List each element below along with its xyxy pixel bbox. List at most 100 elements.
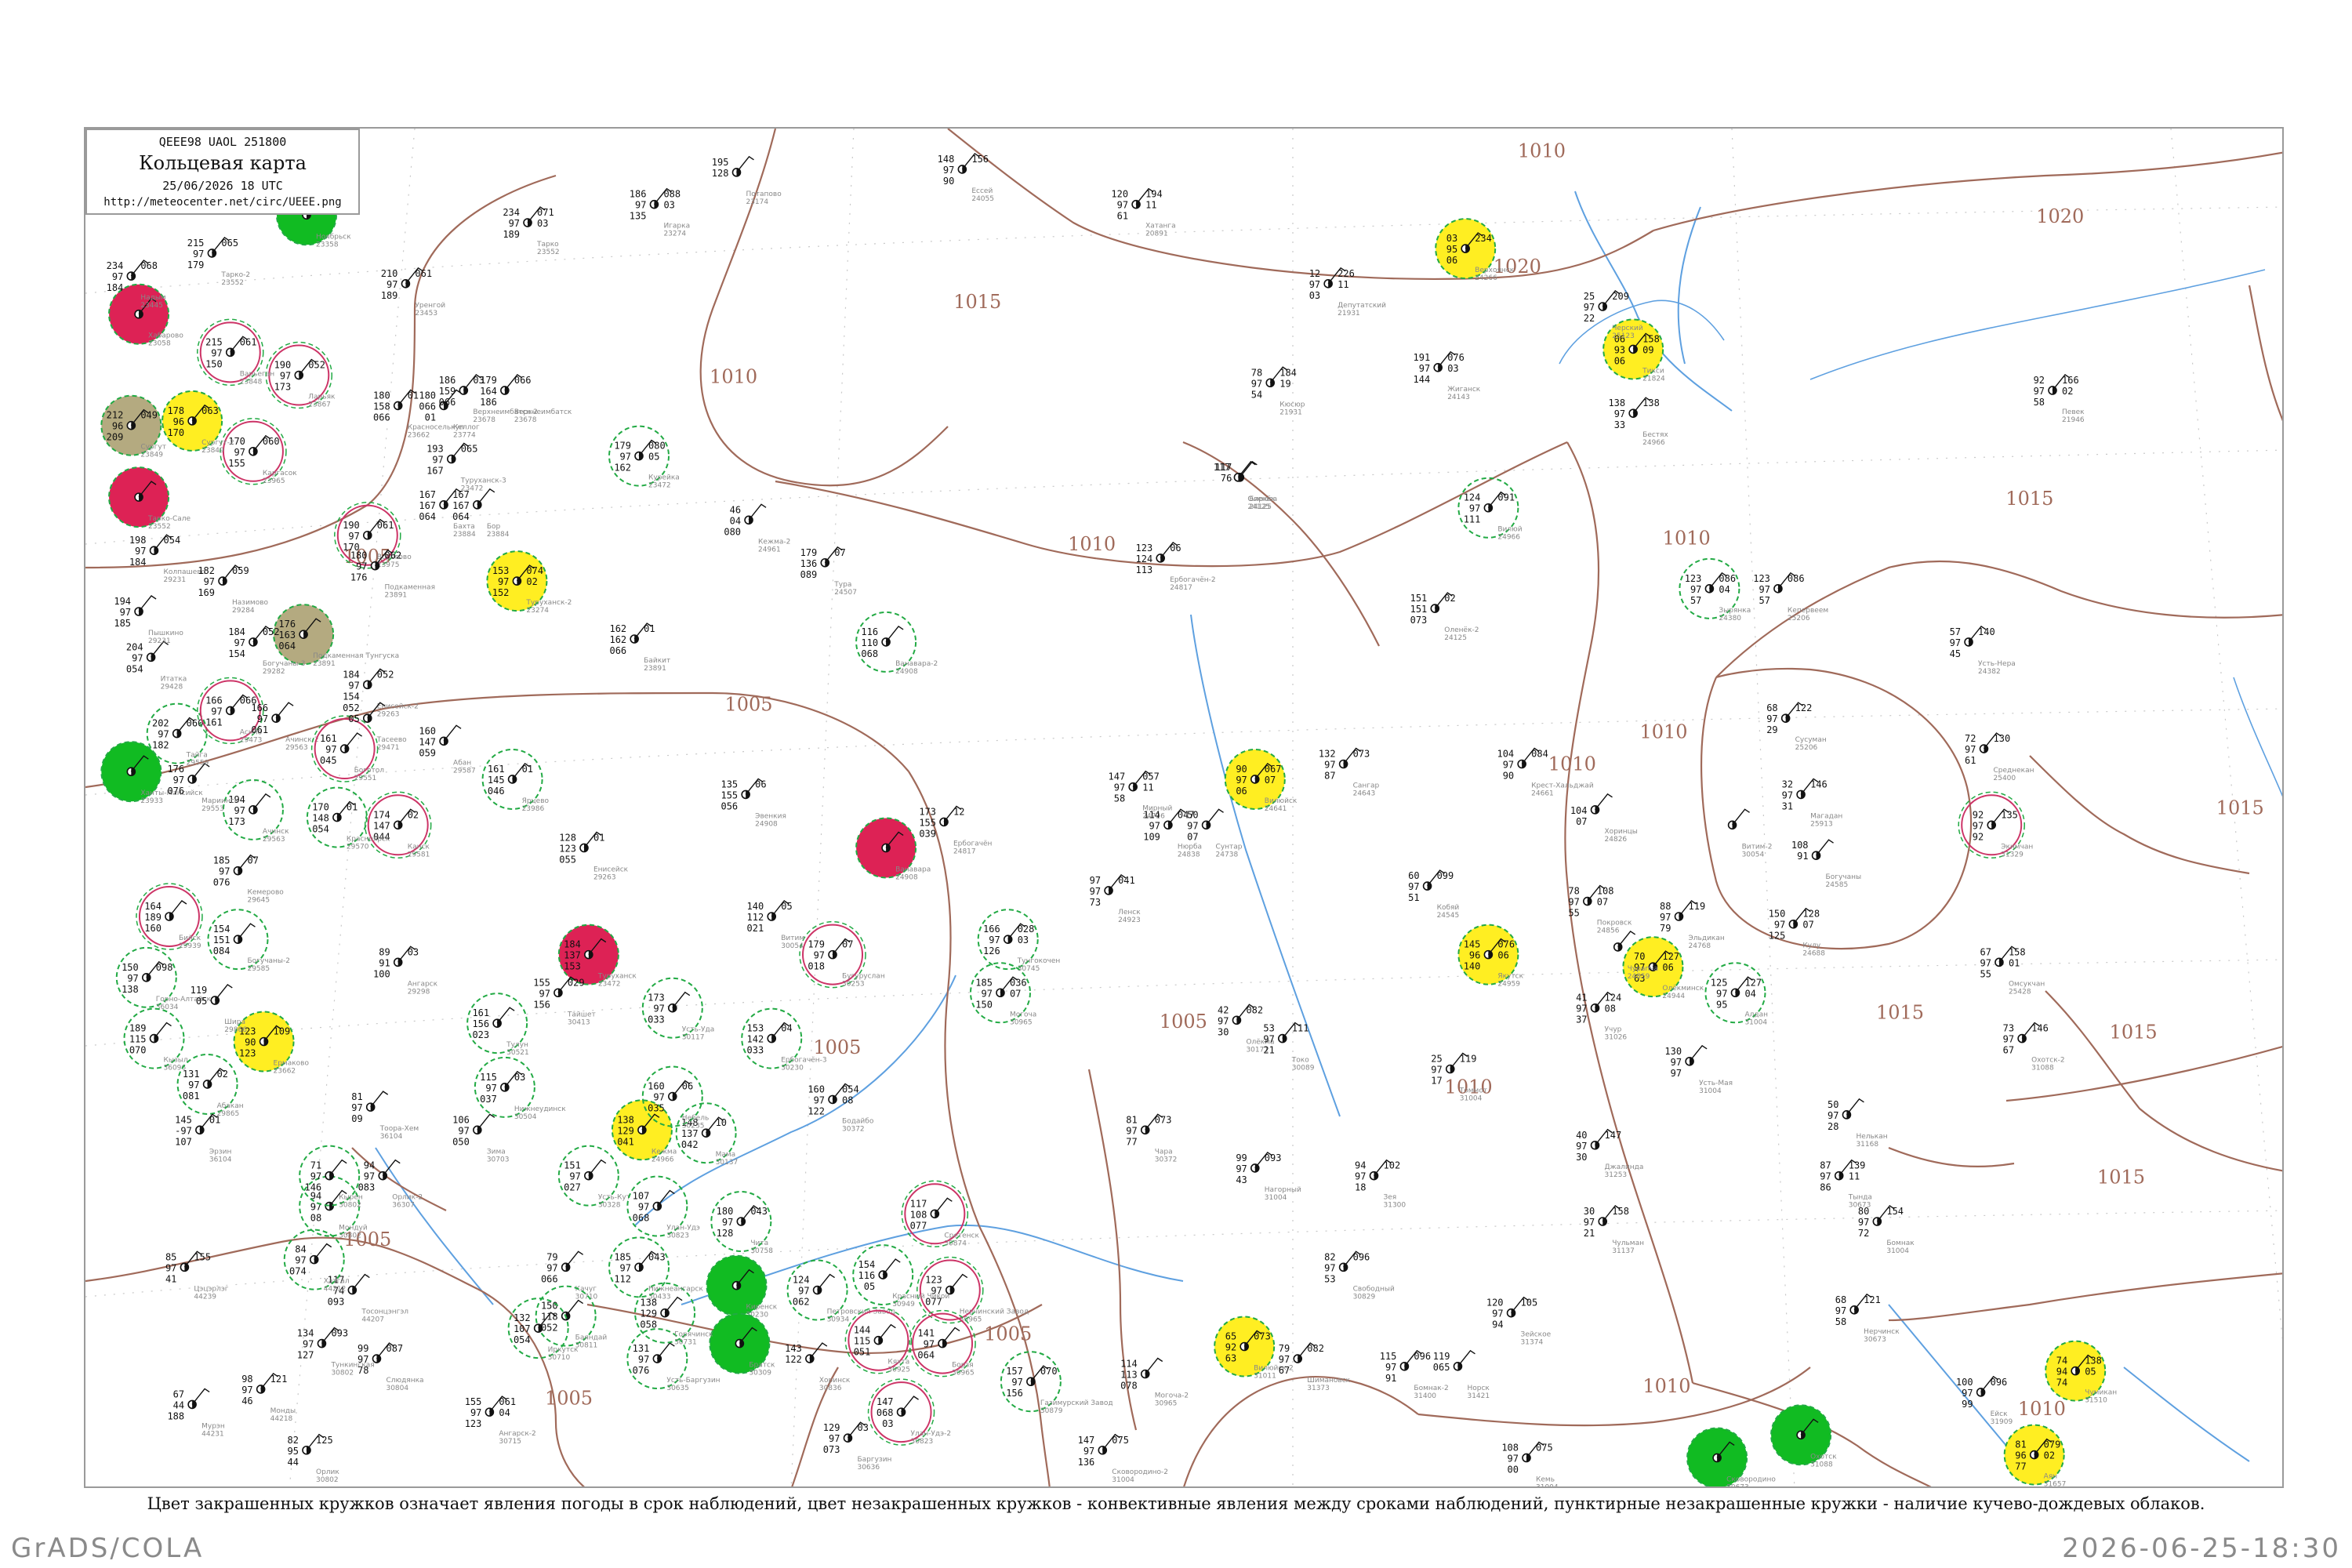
weather-station[interactable]: 10797068 Улан-Удэ30823: [626, 1175, 700, 1240]
weather-station[interactable]: 4604080 Кежма-224961: [724, 503, 790, 554]
weather-station[interactable]: 579745 140 Усть-Нера24382: [1950, 625, 2016, 676]
weather-station[interactable]: 11597037 03 Нижнеудинск30504: [474, 1056, 566, 1121]
weather-station[interactable]: 87978613911Тында30673: [1820, 1159, 1872, 1210]
weather-station[interactable]: 14197064 Борзя30965: [909, 1309, 976, 1377]
weather-station[interactable]: 138129041 Кежма24966: [611, 1099, 677, 1163]
weather-station[interactable]: 829753 096 Свободный30829: [1324, 1250, 1395, 1301]
weather-station[interactable]: 1309797Усть-Мая31004: [1664, 1044, 1733, 1095]
weather-station[interactable]: 18697135 08803 Игарка23274: [630, 187, 690, 238]
weather-station[interactable]: 119065 Норск31421: [1433, 1349, 1490, 1400]
weather-station[interactable]: 123124113 06 Ербогачён-224817: [1136, 541, 1216, 592]
weather-station[interactable]: 7197146 Кырен30802: [299, 1145, 363, 1210]
weather-station[interactable]: 18097176 062 Подкаменная23891: [350, 549, 435, 600]
weather-station[interactable]: 739767 146 Охотск-231088: [2003, 1022, 2065, 1073]
weather-station[interactable]: 1239757 08604 Зырянка24380: [1679, 557, 1751, 622]
weather-station[interactable]: 259722 209 Черский25123: [1584, 290, 1643, 340]
weather-station[interactable]: 16697126 02803 Тунгокочен30745: [977, 909, 1061, 973]
weather-station[interactable]: Охотск31088: [1770, 1404, 1837, 1468]
weather-station[interactable]: 195128 Потапово23174: [712, 155, 782, 206]
weather-station[interactable]: 19197144 07603 Жиганск24143: [1414, 350, 1481, 401]
weather-station[interactable]: 19097173 052 Ларьяк23867: [265, 341, 336, 409]
weather-station[interactable]: 17414704402Канск29581: [364, 791, 432, 858]
weather-station[interactable]: Тарко-Сале23552: [108, 466, 191, 531]
weather-station[interactable]: 161156023 Тулун30521: [466, 993, 529, 1057]
weather-station[interactable]: 729761 130 Среднекан25400: [1965, 732, 2034, 782]
weather-station[interactable]: 799767 082 Шимановск31373: [1279, 1342, 1351, 1392]
weather-station[interactable]: 116110068 Ванавара-224908: [855, 611, 938, 676]
weather-station[interactable]: 1089700 075 Кемь31004: [1501, 1441, 1559, 1488]
weather-station[interactable]: 21597179 065 Тарко-223552: [187, 236, 250, 287]
weather-station[interactable]: 10697050 Зима30703: [452, 1113, 509, 1163]
weather-station[interactable]: 409730 147 Джалинда31253: [1576, 1128, 1643, 1179]
weather-station[interactable]: 128123055 01 Енисейск29263: [559, 831, 629, 881]
weather-station[interactable]: 19497185 Пышкино29231: [114, 595, 183, 645]
weather-station[interactable]: 17997162 08005 Курейка23472: [608, 425, 680, 490]
weather-station[interactable]: 117108077 Сретенск30874: [901, 1180, 979, 1247]
weather-station[interactable]: 17697076 Мариинск29553: [167, 763, 239, 813]
weather-station[interactable]: 176163064 Подкаменная Тунгуска23891: [273, 604, 399, 668]
weather-map[interactable]: 1010101510101020102010151010 101010051010…: [85, 129, 2284, 1488]
weather-station[interactable]: 18597076 07 Кемерово29645: [213, 854, 284, 905]
weather-station[interactable]: 15597123 06104 Ангарск-230715: [465, 1396, 536, 1446]
weather-station[interactable]: Киренск30230: [706, 1254, 778, 1319]
weather-station[interactable]: 17097155060Каргасок23965: [220, 418, 297, 485]
weather-station[interactable]: 17997018 07 Бугуруслан30253: [799, 920, 885, 989]
weather-station[interactable]: 949718 102 Зея31300: [1355, 1159, 1406, 1210]
weather-station[interactable]: 809772 154 Бомнак31004: [1858, 1205, 1915, 1255]
weather-station[interactable]: 1389733138Бестях24966: [1608, 397, 1668, 447]
weather-station[interactable]: 7997066Качуг30710: [541, 1250, 598, 1301]
weather-station[interactable]: Витим-230054: [1727, 808, 1773, 858]
weather-station[interactable]: Сковородино30673: [1686, 1427, 1776, 1488]
weather-station[interactable]: 12397077Нерчинский Завод30965: [916, 1256, 1029, 1324]
weather-station[interactable]: 819677 07902 Аян31657: [2003, 1424, 2067, 1488]
weather-station[interactable]: 15797156 070 Газимурский Завод30879: [1000, 1351, 1113, 1415]
weather-station[interactable]: 909706 06707 Вилюйск24641: [1224, 748, 1298, 813]
weather-station[interactable]: 789755 10807 Покровск24856: [1568, 884, 1632, 935]
weather-station[interactable]: 979773041Ленск24923: [1090, 873, 1142, 924]
weather-station[interactable]: 12497062Петровский Завод30934: [786, 1259, 895, 1324]
weather-station[interactable]: 18297169 059 Назимово29284: [198, 564, 269, 615]
weather-station[interactable]: 15097125 12807 Кулу24688: [1769, 907, 1826, 958]
weather-station[interactable]: 19497173Ачинск29563: [222, 779, 289, 844]
weather-station[interactable]: 989746 121 Монды44218: [241, 1373, 296, 1423]
weather-station[interactable]: 19397167 065 Туруханск-323472: [426, 442, 506, 493]
weather-station[interactable]: 20497054 Итатка29428: [126, 641, 187, 691]
weather-station[interactable]: 11905 Шира29866: [191, 984, 248, 1034]
weather-station[interactable]: 18097128 043 Чита30758: [710, 1191, 773, 1255]
weather-station[interactable]: 140112021 05 Витим30054: [747, 900, 805, 950]
weather-station[interactable]: 039506 234 Верхоянск24266: [1435, 218, 1515, 282]
weather-station[interactable]: 15115107302Оленёк-224125: [1410, 592, 1479, 642]
weather-station[interactable]: 1259795 12704 Алдан31004: [1704, 962, 1768, 1026]
weather-station[interactable]: 18597112 043 Нижнеангарск30433: [608, 1236, 703, 1301]
weather-station[interactable]: 144115051 Кяхта30925: [844, 1306, 913, 1374]
weather-station[interactable]: 164189160 Бийск29939: [136, 883, 203, 950]
weather-station[interactable]: 15197027 Усть-Кут30328: [557, 1145, 630, 1210]
weather-station[interactable]: 173155039 12 Ербогачён24817: [919, 805, 993, 855]
weather-station[interactable]: 16097122 05408 Бодайбо30372: [808, 1083, 874, 1133]
weather-station[interactable]: 9497083 Орлик-236307: [358, 1159, 423, 1210]
weather-station[interactable]: 929758 16602 Певек21946: [2034, 374, 2085, 424]
weather-station[interactable]: 789754 18419 Кюсюр21931: [1251, 366, 1305, 416]
weather-station[interactable]: 161145046 01 Ярцево23986: [481, 748, 550, 813]
weather-station[interactable]: 819709 Тоора-Хем36104: [351, 1091, 419, 1141]
weather-station[interactable]: 10407 Хоринцы24826: [1570, 793, 1638, 844]
weather-station[interactable]: 539721 111 Токо30089: [1263, 1022, 1315, 1073]
weather-station[interactable]: 14813704210Мама30137: [675, 1102, 739, 1167]
weather-station[interactable]: 14596140 07606 Якутск24959: [1457, 924, 1524, 989]
weather-station[interactable]: 1329787 073 Сангар24643: [1319, 747, 1380, 798]
weather-station[interactable]: 117 Оленёк24125: [1214, 460, 1276, 511]
weather-station[interactable]: 859741 155 Цэцэрлэг44239: [165, 1250, 229, 1301]
weather-station[interactable]: 12497111 091 Вилюй24966: [1457, 477, 1523, 542]
weather-station[interactable]: 17896170 063 Сургут-223849: [162, 390, 234, 455]
weather-station[interactable]: 309721 158 Чульман31137: [1584, 1205, 1644, 1255]
weather-station[interactable]: 1489790 156 Ессей24055: [938, 153, 994, 203]
weather-station[interactable]: Братск30309: [709, 1312, 775, 1377]
weather-station[interactable]: 16216206601Байкит23891: [609, 622, 670, 673]
weather-station[interactable]: 1209761 19411 Хатанга20891: [1111, 187, 1176, 238]
weather-station[interactable]: 154151084 Богучаны-229585: [207, 909, 290, 973]
weather-station[interactable]: 10891 Богучаны24585: [1791, 839, 1861, 889]
map-frame[interactable]: 1010 1015 1010 1020 1020 1015 1010 1010 1005 1010…: [84, 127, 2284, 1488]
weather-station[interactable]: 329731 146 Магадан25913: [1782, 778, 1843, 828]
weather-station[interactable]: 21097189 061 Уренгой23453: [381, 267, 446, 318]
weather-station[interactable]: 21597150 061 Варьеган23848: [197, 318, 274, 386]
